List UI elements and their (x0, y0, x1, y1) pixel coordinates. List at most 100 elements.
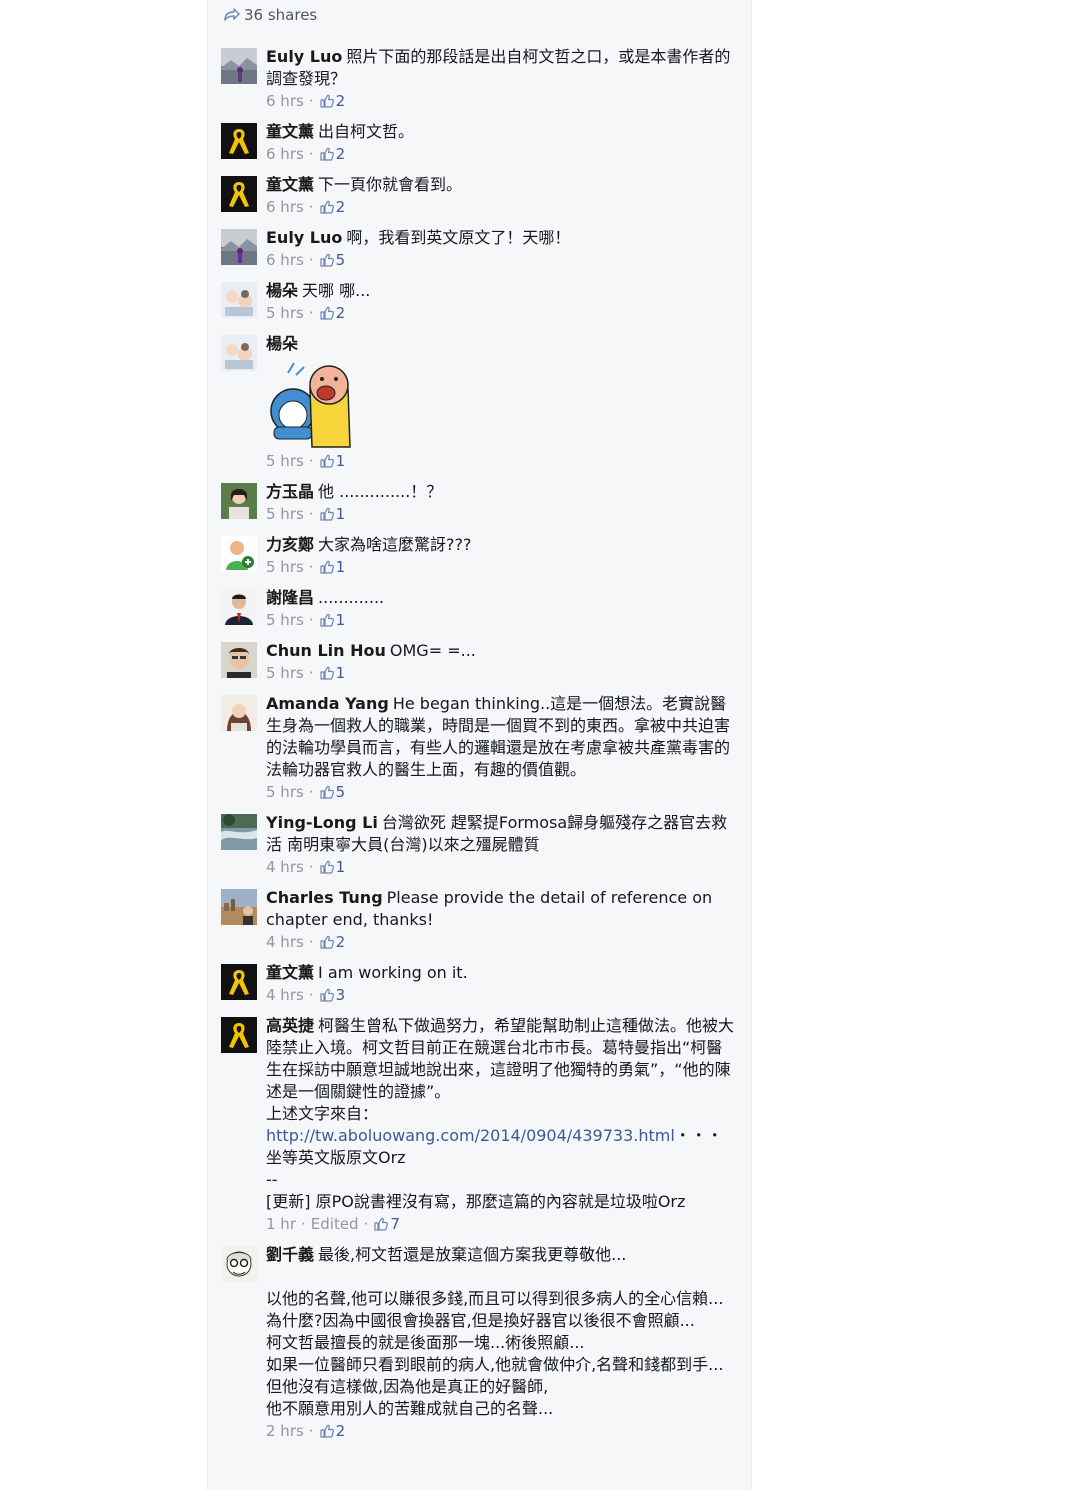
comment-author[interactable]: 方玉晶 (266, 482, 314, 501)
comment-body: 方玉晶他 ..............！？ 5 hrs · 1 (266, 481, 737, 524)
comment-author[interactable]: Amanda Yang (266, 694, 389, 713)
comment-author[interactable]: Chun Lin Hou (266, 641, 386, 660)
thumbs-up-icon (319, 612, 336, 628)
comment-author[interactable]: 童文薰 (266, 175, 314, 194)
comment-author[interactable]: 力亥鄭 (266, 535, 314, 554)
meta-separator: · (308, 505, 314, 523)
comment-body: Euly Luo 照片下面的那段話是出自柯文哲之口，或是本書作者的調查發現？ 6 h… (266, 46, 737, 111)
like-count-link[interactable]: 2 (319, 144, 345, 164)
comment-content: 童文薰 下一頁你就會看到。 (266, 174, 737, 196)
comment-content: 楊朵 天哪 哪... (266, 280, 737, 302)
comment-item: Chun Lin Hou OMG= =... 5 hrs · 1 (208, 640, 751, 683)
comment-timestamp[interactable]: 5 hrs (266, 782, 304, 802)
comment-timestamp[interactable]: 6 hrs (266, 144, 304, 164)
avatar[interactable] (221, 964, 257, 1000)
edited-label[interactable]: Edited (311, 1214, 359, 1234)
source-link[interactable]: http://tw.aboluowang.com/2014/0904/43973… (266, 1126, 675, 1145)
comment-timestamp[interactable]: 4 hrs (266, 932, 304, 952)
like-count-link[interactable]: 1 (319, 504, 346, 524)
like-count-link[interactable]: 2 (319, 303, 345, 323)
comment-timestamp[interactable]: 5 hrs (266, 610, 304, 630)
comment-author[interactable]: 楊朵 (266, 334, 298, 353)
avatar[interactable] (221, 1246, 257, 1282)
comment-author[interactable]: Ying-Long Li (266, 813, 378, 832)
comment-timestamp[interactable]: 5 hrs (266, 504, 304, 524)
avatar[interactable] (221, 282, 257, 318)
shares-link[interactable]: 36 shares (222, 6, 317, 24)
comment-content: 方玉晶他 ..............！？ (266, 481, 737, 503)
comment-author[interactable]: Euly Luo (266, 228, 342, 247)
avatar[interactable] (221, 483, 257, 519)
comment-item: 高英捷 柯醫生曾私下做過努力，希望能幫助制止這種做法。他被大陸禁止入境。柯文哲目前… (208, 1015, 751, 1234)
comment-timestamp[interactable]: 4 hrs (266, 985, 304, 1005)
avatar[interactable] (221, 123, 257, 159)
comment-author[interactable]: 童文薰 (266, 963, 314, 982)
comment-author[interactable]: 楊朵 (266, 281, 298, 300)
like-count: 1 (335, 558, 346, 576)
avatar[interactable] (221, 176, 257, 212)
comment-text: OMG= =... (389, 641, 476, 660)
comment-content: 高英捷 柯醫生曾私下做過努力，希望能幫助制止這種做法。他被大陸禁止入境。柯文哲目前… (266, 1015, 737, 1103)
comment-author[interactable]: Charles Tung (266, 888, 383, 907)
like-count: 3 (335, 986, 346, 1004)
like-count-link[interactable]: 1 (319, 610, 345, 630)
meta-separator: · (308, 858, 314, 876)
comment-timestamp[interactable]: 5 hrs (266, 303, 304, 323)
like-count: 1 (335, 505, 346, 523)
comment-timestamp[interactable]: 4 hrs (266, 857, 304, 877)
meta-separator: · (308, 558, 314, 576)
like-count-link[interactable]: 3 (319, 985, 346, 1005)
comment-text: 下一頁你就會看到。 (318, 175, 463, 194)
avatar[interactable] (221, 814, 257, 850)
comment-meta: 5 hrs · 1 (266, 451, 737, 471)
comment-timestamp[interactable]: 5 hrs (266, 663, 304, 683)
comment-text: 他 ..............！？ (318, 482, 443, 501)
like-count-link[interactable]: 1 (319, 451, 345, 471)
comment-author[interactable]: 高英捷 (266, 1016, 314, 1035)
meta-separator: · (308, 933, 314, 951)
like-count-link[interactable]: 5 (319, 250, 345, 270)
comment-author[interactable]: 童文薰 (266, 122, 314, 141)
comment-author[interactable]: 劉千義 (266, 1245, 314, 1264)
comment-body: Charles Tung Please provide the detail of… (266, 887, 737, 952)
comment-timestamp[interactable]: 5 hrs (266, 451, 304, 471)
comment-timestamp[interactable]: 5 hrs (266, 557, 304, 577)
comment-timestamp[interactable]: 6 hrs (266, 250, 304, 270)
avatar[interactable] (221, 48, 257, 84)
comment-timestamp[interactable]: 6 hrs (266, 197, 304, 217)
like-count-link[interactable]: 2 (319, 197, 345, 217)
comment-timestamp[interactable]: 6 hrs (266, 91, 304, 111)
like-count-link[interactable]: 2 (319, 91, 346, 111)
avatar[interactable] (221, 536, 257, 572)
like-count-link[interactable]: 2 (319, 932, 345, 952)
thumbs-up-icon (319, 987, 336, 1003)
share-arrow-icon (224, 8, 240, 21)
thumbs-up-icon (319, 859, 336, 875)
comment-body: Ying-Long Li 台灣欲死 趕緊提Formosa歸身軀殘存之器官去救活 南… (266, 812, 737, 877)
comment-timestamp[interactable]: 1 hr (266, 1214, 296, 1234)
comment-author[interactable]: 謝隆昌 (266, 588, 314, 607)
like-count-link[interactable]: 2 (319, 1421, 345, 1441)
avatar[interactable] (221, 1017, 257, 1053)
comment-text: 啊，我看到英文原文了！天哪！ (346, 228, 571, 247)
comment-timestamp[interactable]: 2 hrs (266, 1421, 304, 1441)
thumbs-up-icon (319, 665, 336, 681)
avatar[interactable] (221, 229, 257, 265)
avatar[interactable] (221, 889, 257, 925)
comment-author[interactable]: Euly Luo (266, 47, 342, 66)
avatar[interactable] (221, 335, 257, 371)
shares-count: 36 shares (244, 6, 318, 24)
like-count-link[interactable]: 5 (319, 782, 345, 802)
like-count-link[interactable]: 1 (319, 557, 346, 577)
like-count-link[interactable]: 7 (373, 1214, 400, 1234)
like-count-link[interactable]: 1 (319, 663, 345, 683)
avatar[interactable] (221, 642, 257, 678)
avatar[interactable] (221, 589, 257, 625)
avatar[interactable] (221, 695, 257, 731)
thumbs-up-icon (319, 252, 336, 268)
like-count: 2 (335, 92, 346, 110)
comment-content: Chun Lin Hou OMG= =... (266, 640, 737, 662)
comment-meta: 6 hrs · 2 (266, 144, 737, 164)
comment-text: 天哪 哪... (302, 281, 371, 300)
like-count-link[interactable]: 1 (319, 857, 345, 877)
